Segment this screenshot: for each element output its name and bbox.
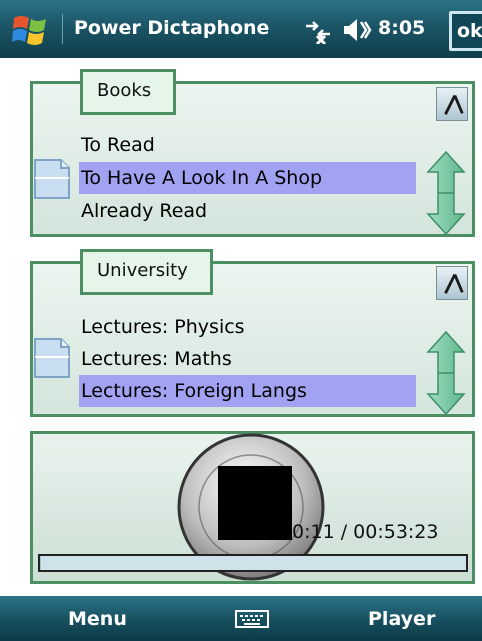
document-icon — [34, 338, 70, 378]
title-bar: Power Dictaphone 8:05 ok — [0, 0, 482, 58]
windows-start-icon[interactable] — [12, 12, 50, 46]
edit-icon[interactable] — [436, 87, 468, 121]
list-item[interactable]: To Read — [79, 129, 416, 161]
list-item-selected[interactable]: Lectures: Foreign Langs — [79, 375, 416, 407]
soft-key-bar: Menu Player — [0, 596, 482, 641]
keyboard-icon[interactable] — [235, 610, 269, 628]
document-icon — [34, 159, 70, 199]
edit-icon[interactable] — [436, 266, 468, 300]
list-item-selected[interactable]: To Have A Look In A Shop — [79, 162, 416, 194]
ok-button[interactable]: ok — [449, 11, 482, 51]
list-item[interactable]: Lectures: Maths — [79, 343, 416, 375]
up-down-arrow-icon[interactable] — [424, 150, 468, 236]
panel-tab-university[interactable]: University — [80, 249, 213, 295]
app-title[interactable]: Power Dictaphone — [74, 17, 269, 39]
up-down-arrow-icon[interactable] — [424, 330, 468, 416]
menu-softkey[interactable]: Menu — [68, 608, 127, 630]
connectivity-icon[interactable] — [303, 16, 333, 44]
player-softkey[interactable]: Player — [368, 608, 435, 630]
list-item[interactable]: Lectures: Physics — [79, 311, 416, 343]
clock[interactable]: 8:05 — [378, 17, 425, 39]
progress-bar[interactable] — [38, 554, 468, 572]
title-divider — [62, 14, 63, 44]
volume-icon[interactable] — [342, 16, 372, 44]
list-item[interactable]: Already Read — [79, 195, 416, 227]
progress-fill — [40, 556, 42, 570]
stop-icon[interactable] — [218, 466, 292, 540]
playback-time: 0:11 / 00:53:23 — [292, 521, 439, 543]
panel-tab-books[interactable]: Books — [80, 69, 176, 115]
